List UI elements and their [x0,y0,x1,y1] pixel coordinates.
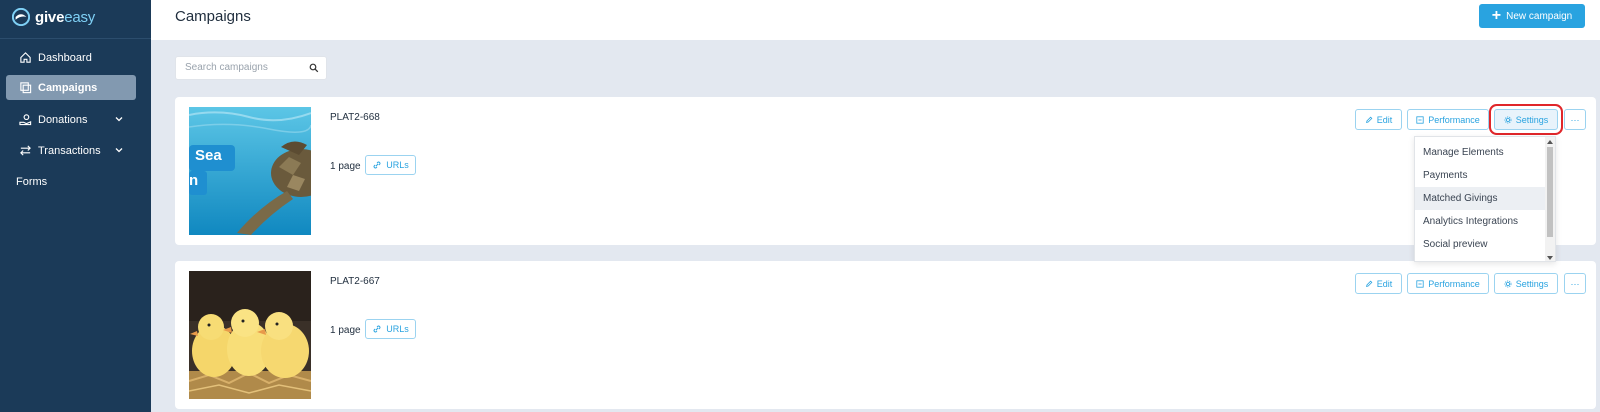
campaign-name[interactable]: PLAT2-668 [330,112,380,123]
campaign-card: PLAT2-667 1 page URLs Edit Performance S… [175,261,1596,409]
urls-button[interactable]: URLs [365,155,416,175]
sidebar-item-label: Dashboard [38,51,92,64]
ellipsis-icon: ··· [1570,114,1580,125]
campaign-card: Sea n PLAT2-668 1 page URLs Edit Perform… [175,97,1596,245]
plus-icon: + [1491,7,1502,24]
scroll-down-icon[interactable] [1547,256,1553,260]
logo-text: giveeasy [35,8,96,26]
performance-button[interactable]: Performance [1407,273,1489,294]
new-campaign-button[interactable]: + New campaign [1479,4,1585,28]
dropdown-scrollbar[interactable] [1545,137,1555,261]
page-title: Campaigns [175,8,251,25]
pencil-icon [1365,116,1373,123]
settings-dropdown: Manage Elements Payments Matched Givings… [1414,136,1556,262]
sidebar-item-label: Donations [38,113,88,126]
edit-button[interactable]: Edit [1355,109,1402,130]
sidebar-item-campaigns[interactable]: Campaigns [6,75,136,100]
performance-button[interactable]: Performance [1407,109,1489,130]
search-icon[interactable] [309,63,319,73]
ellipsis-icon: ··· [1570,278,1580,289]
urls-button[interactable]: URLs [365,319,416,339]
menu-item-manage-elements[interactable]: Manage Elements [1415,141,1545,164]
top-header: Campaigns + New campaign [151,0,1600,40]
edit-button[interactable]: Edit [1355,273,1402,294]
more-options-button[interactable]: ··· [1564,273,1586,294]
logo-icon [12,8,30,26]
thumbnail-text: n [189,172,199,189]
gear-icon [1504,116,1512,123]
donations-icon [18,113,32,127]
chevron-down-icon [115,117,123,122]
divider [0,38,151,39]
page-count: 1 page [330,161,361,172]
chevron-down-icon [115,148,123,153]
more-options-button[interactable]: ··· [1564,109,1586,130]
thumbnail-text: Sea [195,147,222,164]
settings-button[interactable]: Settings [1494,273,1558,294]
link-icon [373,325,381,333]
sidebar-item-donations[interactable]: Donations [6,107,136,132]
home-icon [18,51,32,65]
campaign-thumbnail[interactable] [189,271,311,399]
scroll-up-icon[interactable] [1547,140,1553,144]
settings-button[interactable]: Settings [1494,109,1558,130]
sidebar-item-transactions[interactable]: Transactions [6,138,136,163]
chart-icon [1416,279,1424,288]
sidebar-item-label: Transactions [38,144,101,157]
chart-icon [1416,115,1424,124]
pencil-icon [1365,280,1373,287]
menu-item-analytics-integrations[interactable]: Analytics Integrations [1415,210,1545,233]
link-icon [373,161,381,169]
campaign-thumbnail[interactable]: Sea n [189,107,311,235]
search-input[interactable] [185,62,305,73]
sidebar-item-dashboard[interactable]: Dashboard [6,45,136,70]
sidebar-item-label: Campaigns [38,81,98,94]
sidebar-item-label: Forms [16,175,48,188]
gear-icon [1504,280,1512,287]
search-box [175,56,327,80]
transactions-icon [18,144,32,158]
menu-item-social-preview[interactable]: Social preview [1415,233,1545,256]
page-count: 1 page [330,325,361,336]
menu-item-matched-givings[interactable]: Matched Givings [1415,187,1545,210]
sidebar: giveeasy Dashboard Campaigns Donations T… [0,0,151,412]
campaigns-icon [18,81,32,95]
sidebar-item-forms[interactable]: Forms [6,169,136,194]
menu-item-payments[interactable]: Payments [1415,164,1545,187]
scrollbar-thumb[interactable] [1547,147,1553,237]
logo[interactable]: giveeasy [12,6,95,28]
campaign-name[interactable]: PLAT2-667 [330,276,380,287]
